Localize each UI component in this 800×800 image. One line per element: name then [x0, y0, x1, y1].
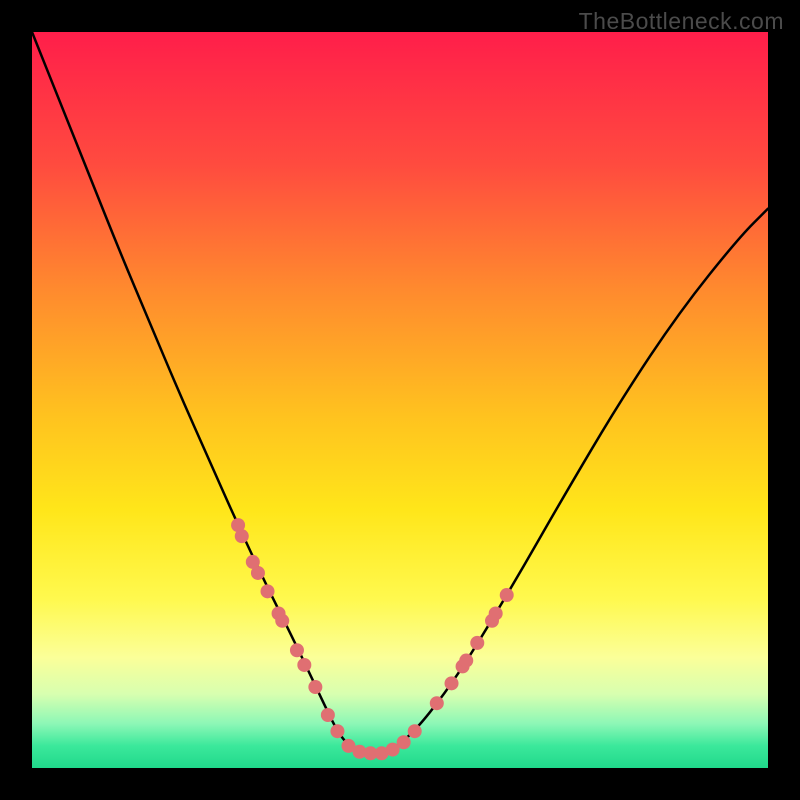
- data-marker: [470, 636, 484, 650]
- data-marker: [290, 643, 304, 657]
- data-marker: [408, 724, 422, 738]
- data-marker: [251, 566, 265, 580]
- watermark-text: TheBottleneck.com: [579, 8, 784, 35]
- data-marker: [445, 676, 459, 690]
- data-marker: [489, 606, 503, 620]
- data-marker: [397, 735, 411, 749]
- chart-svg: [32, 32, 768, 768]
- data-marker: [308, 680, 322, 694]
- data-marker: [330, 724, 344, 738]
- data-marker: [321, 708, 335, 722]
- data-marker: [235, 529, 249, 543]
- data-marker: [261, 584, 275, 598]
- bottleneck-curve: [32, 32, 768, 753]
- chart-frame: TheBottleneck.com: [0, 0, 800, 800]
- data-marker: [275, 614, 289, 628]
- data-marker: [430, 696, 444, 710]
- plot-area: [32, 32, 768, 768]
- data-marker: [297, 658, 311, 672]
- data-marker: [459, 654, 473, 668]
- data-marker: [500, 588, 514, 602]
